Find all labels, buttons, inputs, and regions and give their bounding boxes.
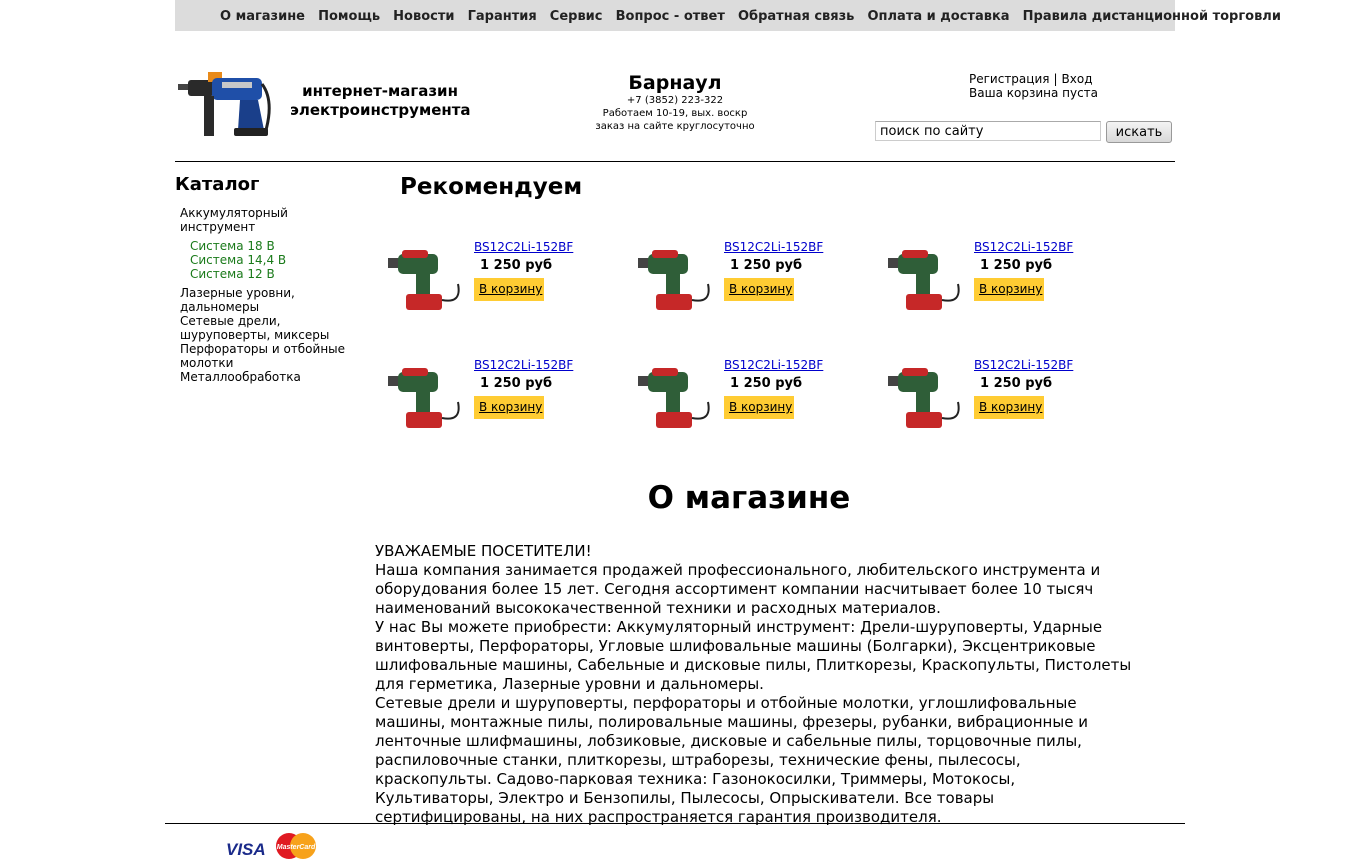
recommended-title: Рекомендуем <box>400 174 583 200</box>
search-button[interactable]: искать <box>1106 121 1172 143</box>
about-text: УВАЖАЕМЫЕ ПОСЕТИТЕЛИ! Наша компания зани… <box>375 542 1135 827</box>
about-paragraph-2: У нас Вы можете приобрести: Аккумуляторн… <box>375 618 1132 693</box>
catalog-item-metalworking[interactable]: Металлообработка <box>180 370 365 384</box>
nav-item-feedback[interactable]: Обратная связь <box>738 9 854 24</box>
nav-item-warranty[interactable]: Гарантия <box>468 9 537 24</box>
nav-item-news[interactable]: Новости <box>393 9 454 24</box>
brand-line-2: электроинструмента <box>290 101 471 119</box>
header-divider <box>175 161 1175 162</box>
product-card: BS12C2Li-152BF 1 250 руб В корзину <box>384 240 624 330</box>
city-name: Барнаул <box>628 72 722 94</box>
contact-block: Барнаул +7 (3852) 223-322 Работаем 10-19… <box>575 72 775 133</box>
product-name-link[interactable]: BS12C2Li-152BF <box>724 358 823 372</box>
brand-line-1: интернет-магазин <box>302 82 458 100</box>
add-to-cart-button[interactable]: В корзину <box>724 278 794 301</box>
product-name-link[interactable]: BS12C2Li-152BF <box>724 240 823 254</box>
add-to-cart-button[interactable]: В корзину <box>974 278 1044 301</box>
add-to-cart-button[interactable]: В корзину <box>474 278 544 301</box>
phone-number: +7 (3852) 223-322 <box>626 95 724 106</box>
product-price: 1 250 руб <box>480 258 553 273</box>
product-name-link[interactable]: BS12C2Li-152BF <box>474 358 573 372</box>
drill-icon[interactable] <box>634 240 716 318</box>
product-price: 1 250 руб <box>980 258 1053 273</box>
catalog-item-rotary-hammers[interactable]: Перфораторы и отбойные молотки <box>180 342 365 370</box>
nav-item-rules[interactable]: Правила дистанционной торговли <box>1023 9 1281 24</box>
about-paragraph-3: Сетевые дрели и шуруповерты, перфораторы… <box>375 694 1088 826</box>
register-link[interactable]: Регистрация <box>969 72 1049 86</box>
visa-logo: VISA <box>226 840 266 859</box>
drill-icon[interactable] <box>884 240 966 318</box>
drill-icon[interactable] <box>634 358 716 436</box>
working-hours: Работаем 10-19, вых. воскр <box>602 108 748 119</box>
product-price: 1 250 руб <box>730 376 803 391</box>
catalog-subitem-14v[interactable]: Система 14,4 В <box>190 253 365 267</box>
product-price: 1 250 руб <box>480 376 553 391</box>
top-navigation: О магазине Помощь Новости Гарантия Серви… <box>175 0 1281 31</box>
order-note: заказ на сайте круглосуточно <box>595 121 755 132</box>
catalog-subitem-12v[interactable]: Система 12 В <box>190 267 365 281</box>
nav-item-about[interactable]: О магазине <box>220 9 305 24</box>
brand-title: интернет-магазин электроинструмента <box>290 82 471 120</box>
login-link[interactable]: Вход <box>1062 72 1093 86</box>
catalog-subitem-18v[interactable]: Система 18 В <box>190 239 365 253</box>
nav-item-help[interactable]: Помощь <box>318 9 380 24</box>
nav-item-faq[interactable]: Вопрос - ответ <box>616 9 725 24</box>
footer-divider <box>165 823 1185 824</box>
product-price: 1 250 руб <box>980 376 1053 391</box>
product-name-link[interactable]: BS12C2Li-152BF <box>974 358 1073 372</box>
account-separator: | <box>1053 72 1058 86</box>
add-to-cart-button[interactable]: В корзину <box>474 396 544 419</box>
account-block: Регистрация | Вход Ваша корзина пуста <box>969 72 1098 100</box>
about-paragraph-1: Наша компания занимается продажей профес… <box>375 561 1101 617</box>
drill-icon[interactable] <box>884 358 966 436</box>
product-card: BS12C2Li-152BF 1 250 руб В корзину <box>884 240 1124 330</box>
catalog-item-corded-drills[interactable]: Сетевые дрели, шуруповерты, миксеры <box>180 314 365 342</box>
catalog-title: Каталог <box>175 174 260 195</box>
add-to-cart-button[interactable]: В корзину <box>724 396 794 419</box>
product-name-link[interactable]: BS12C2Li-152BF <box>974 240 1073 254</box>
product-name-link[interactable]: BS12C2Li-152BF <box>474 240 573 254</box>
product-card: BS12C2Li-152BF 1 250 руб В корзину <box>634 240 874 330</box>
catalog-item-cordless[interactable]: Аккумуляторный инструмент <box>180 206 365 234</box>
about-title: О магазине <box>647 480 851 516</box>
product-card: BS12C2Li-152BF 1 250 руб В корзину <box>634 358 874 448</box>
mastercard-text: MasterCard <box>277 844 316 851</box>
product-card: BS12C2Li-152BF 1 250 руб В корзину <box>384 358 624 448</box>
about-heading: УВАЖАЕМЫЕ ПОСЕТИТЕЛИ! <box>375 542 592 560</box>
search-input[interactable] <box>875 121 1101 141</box>
drill-icon[interactable] <box>384 358 466 436</box>
mastercard-logo: MasterCard <box>276 833 316 859</box>
nav-item-payment[interactable]: Оплата и доставка <box>868 9 1010 24</box>
catalog-submenu-cordless: Система 18 В Система 14,4 В Система 12 В <box>190 239 365 281</box>
product-price: 1 250 руб <box>730 258 803 273</box>
product-card: BS12C2Li-152BF 1 250 руб В корзину <box>884 358 1124 448</box>
logo-hammer-drill-image[interactable] <box>178 70 274 140</box>
cart-status[interactable]: Ваша корзина пуста <box>969 86 1098 100</box>
catalog-item-lasers[interactable]: Лазерные уровни, дальномеры <box>180 286 365 314</box>
catalog-menu: Аккумуляторный инструмент Система 18 В С… <box>180 206 365 384</box>
drill-icon[interactable] <box>384 240 466 318</box>
add-to-cart-button[interactable]: В корзину <box>974 396 1044 419</box>
nav-item-service[interactable]: Сервис <box>550 9 603 24</box>
